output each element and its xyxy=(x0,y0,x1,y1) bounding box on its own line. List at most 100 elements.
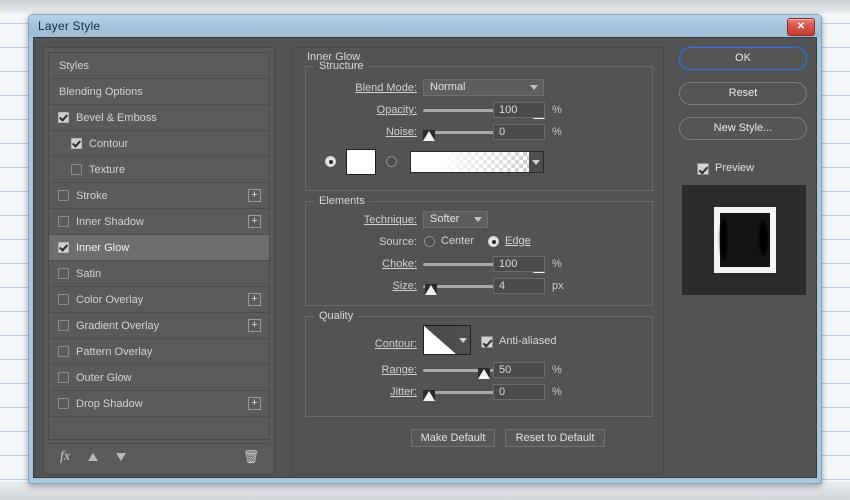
jitter-label: Jitter: xyxy=(390,386,417,398)
range-label: Range: xyxy=(381,364,417,376)
style-enable-checkbox[interactable] xyxy=(58,190,69,201)
blend-mode-select[interactable]: Normal xyxy=(423,79,544,96)
style-item-label: Inner Glow xyxy=(76,241,130,254)
opacity-input[interactable]: 100 xyxy=(493,102,545,118)
size-input[interactable]: 4 xyxy=(493,278,545,294)
gradient-preview[interactable] xyxy=(410,151,530,173)
add-effect-plus-icon[interactable]: + xyxy=(248,397,261,410)
add-effect-plus-icon[interactable]: + xyxy=(248,319,261,332)
fill-gradient-radio[interactable] xyxy=(386,156,397,167)
reset-button[interactable]: Reset xyxy=(679,82,807,105)
gradient-picker-chevron-icon[interactable] xyxy=(529,151,544,173)
fx-icon[interactable]: fx xyxy=(54,447,76,467)
style-list-item-outer-glow[interactable]: Outer Glow xyxy=(49,365,269,391)
opacity-unit: % xyxy=(552,104,562,116)
range-unit: % xyxy=(552,364,562,376)
add-effect-plus-icon[interactable]: + xyxy=(248,189,261,202)
arrow-up-icon[interactable] xyxy=(82,447,104,467)
style-item-label: Color Overlay xyxy=(76,293,144,306)
range-input[interactable]: 50 xyxy=(493,362,545,378)
screen: Layer Style ✕ Styles Blending Options Beve… xyxy=(0,0,850,500)
source-edge-radio[interactable] xyxy=(488,236,499,247)
structure-legend: Structure xyxy=(314,60,369,72)
style-item-label: Bevel & Emboss xyxy=(76,111,157,124)
style-enable-checkbox[interactable] xyxy=(58,268,69,279)
style-enable-checkbox[interactable] xyxy=(58,398,69,409)
styles-list[interactable]: Styles Blending Options Bevel & Emboss Cont… xyxy=(48,52,270,440)
contour-swatch[interactable] xyxy=(423,325,457,355)
style-list-item-inner-glow[interactable]: Inner Glow xyxy=(49,235,269,261)
source-center-radio[interactable] xyxy=(424,236,435,247)
preview-checkbox[interactable] xyxy=(697,163,709,175)
style-list-item-bevel-emboss[interactable]: Bevel & Emboss xyxy=(49,105,269,131)
make-default-button[interactable]: Make Default xyxy=(411,429,495,447)
jitter-input[interactable]: 0 xyxy=(493,384,545,400)
style-list-item-contour[interactable]: Contour xyxy=(49,131,269,157)
style-item-label: Contour xyxy=(89,137,129,150)
dialog-title: Layer Style xyxy=(38,19,101,33)
style-list-item-drop-shadow[interactable]: Drop Shadow + xyxy=(49,391,269,417)
style-item-label: Blending Options xyxy=(59,85,143,98)
contour-label: Contour: xyxy=(374,338,417,350)
style-enable-checkbox[interactable] xyxy=(58,346,69,357)
chevron-down-icon xyxy=(530,85,538,90)
dialog-titlebar[interactable]: Layer Style ✕ xyxy=(29,15,821,37)
style-list-item-satin[interactable]: Satin xyxy=(49,261,269,287)
jitter-slider-thumb[interactable] xyxy=(423,390,435,401)
style-item-label: Styles xyxy=(59,59,89,72)
add-effect-plus-icon[interactable]: + xyxy=(248,215,261,228)
noise-label: Noise: xyxy=(385,126,417,138)
style-list-item-blending-options[interactable]: Blending Options xyxy=(49,79,269,105)
technique-select[interactable]: Softer xyxy=(423,211,488,228)
style-list-item-gradient-overlay[interactable]: Gradient Overlay + xyxy=(49,313,269,339)
technique-label: Technique: xyxy=(363,214,417,226)
style-item-label: Outer Glow xyxy=(76,371,132,384)
style-list-item-styles[interactable]: Styles xyxy=(49,53,269,79)
dialog-body: Styles Blending Options Bevel & Emboss Cont… xyxy=(33,37,817,478)
fill-color-radio[interactable] xyxy=(325,156,336,167)
style-list-item-inner-shadow[interactable]: Inner Shadow + xyxy=(49,209,269,235)
preview-thumbnail xyxy=(682,185,806,295)
noise-input[interactable]: 0 xyxy=(493,124,545,140)
style-enable-checkbox[interactable] xyxy=(71,164,82,175)
trash-icon[interactable]: 🗑 xyxy=(240,447,262,467)
arrow-down-icon[interactable] xyxy=(110,447,132,467)
glow-color-swatch[interactable] xyxy=(346,149,376,175)
contour-picker-chevron-icon[interactable] xyxy=(456,325,471,355)
new-style-button[interactable]: New Style... xyxy=(679,117,807,140)
source-center-label: Center xyxy=(441,235,475,247)
style-enable-checkbox[interactable] xyxy=(58,372,69,383)
style-list-item-stroke[interactable]: Stroke + xyxy=(49,183,269,209)
style-enable-checkbox[interactable] xyxy=(71,138,82,149)
style-list-item-color-overlay[interactable]: Color Overlay + xyxy=(49,287,269,313)
style-item-label: Texture xyxy=(89,163,126,176)
style-item-label: Gradient Overlay xyxy=(76,319,160,332)
blend-mode-value: Normal xyxy=(430,81,466,93)
size-label: Size: xyxy=(392,280,417,292)
ok-button[interactable]: OK xyxy=(679,47,807,70)
size-unit: px xyxy=(552,280,564,292)
choke-input[interactable]: 100 xyxy=(493,256,545,272)
style-item-label: Stroke xyxy=(76,189,108,202)
style-enable-checkbox[interactable] xyxy=(58,216,69,227)
range-slider-thumb[interactable] xyxy=(478,368,490,379)
noise-slider-thumb[interactable] xyxy=(423,130,435,141)
style-enable-checkbox[interactable] xyxy=(58,112,69,123)
chevron-down-icon xyxy=(474,217,482,222)
desktop-top-band xyxy=(0,0,850,14)
elements-legend: Elements xyxy=(314,195,370,207)
style-enable-checkbox[interactable] xyxy=(58,294,69,305)
reset-to-default-button[interactable]: Reset to Default xyxy=(505,429,605,447)
opacity-label: Opacity: xyxy=(376,104,417,116)
close-button[interactable]: ✕ xyxy=(787,18,815,36)
style-enable-checkbox[interactable] xyxy=(58,242,69,253)
choke-label: Choke: xyxy=(382,258,417,270)
blend-mode-label: Blend Mode: xyxy=(355,82,417,94)
anti-aliased-checkbox[interactable] xyxy=(481,336,493,348)
add-effect-plus-icon[interactable]: + xyxy=(248,293,261,306)
style-enable-checkbox[interactable] xyxy=(58,320,69,331)
style-list-item-pattern-overlay[interactable]: Pattern Overlay xyxy=(49,339,269,365)
quality-legend: Quality xyxy=(314,310,359,322)
size-slider-thumb[interactable] xyxy=(424,284,437,295)
style-list-item-texture[interactable]: Texture xyxy=(49,157,269,183)
